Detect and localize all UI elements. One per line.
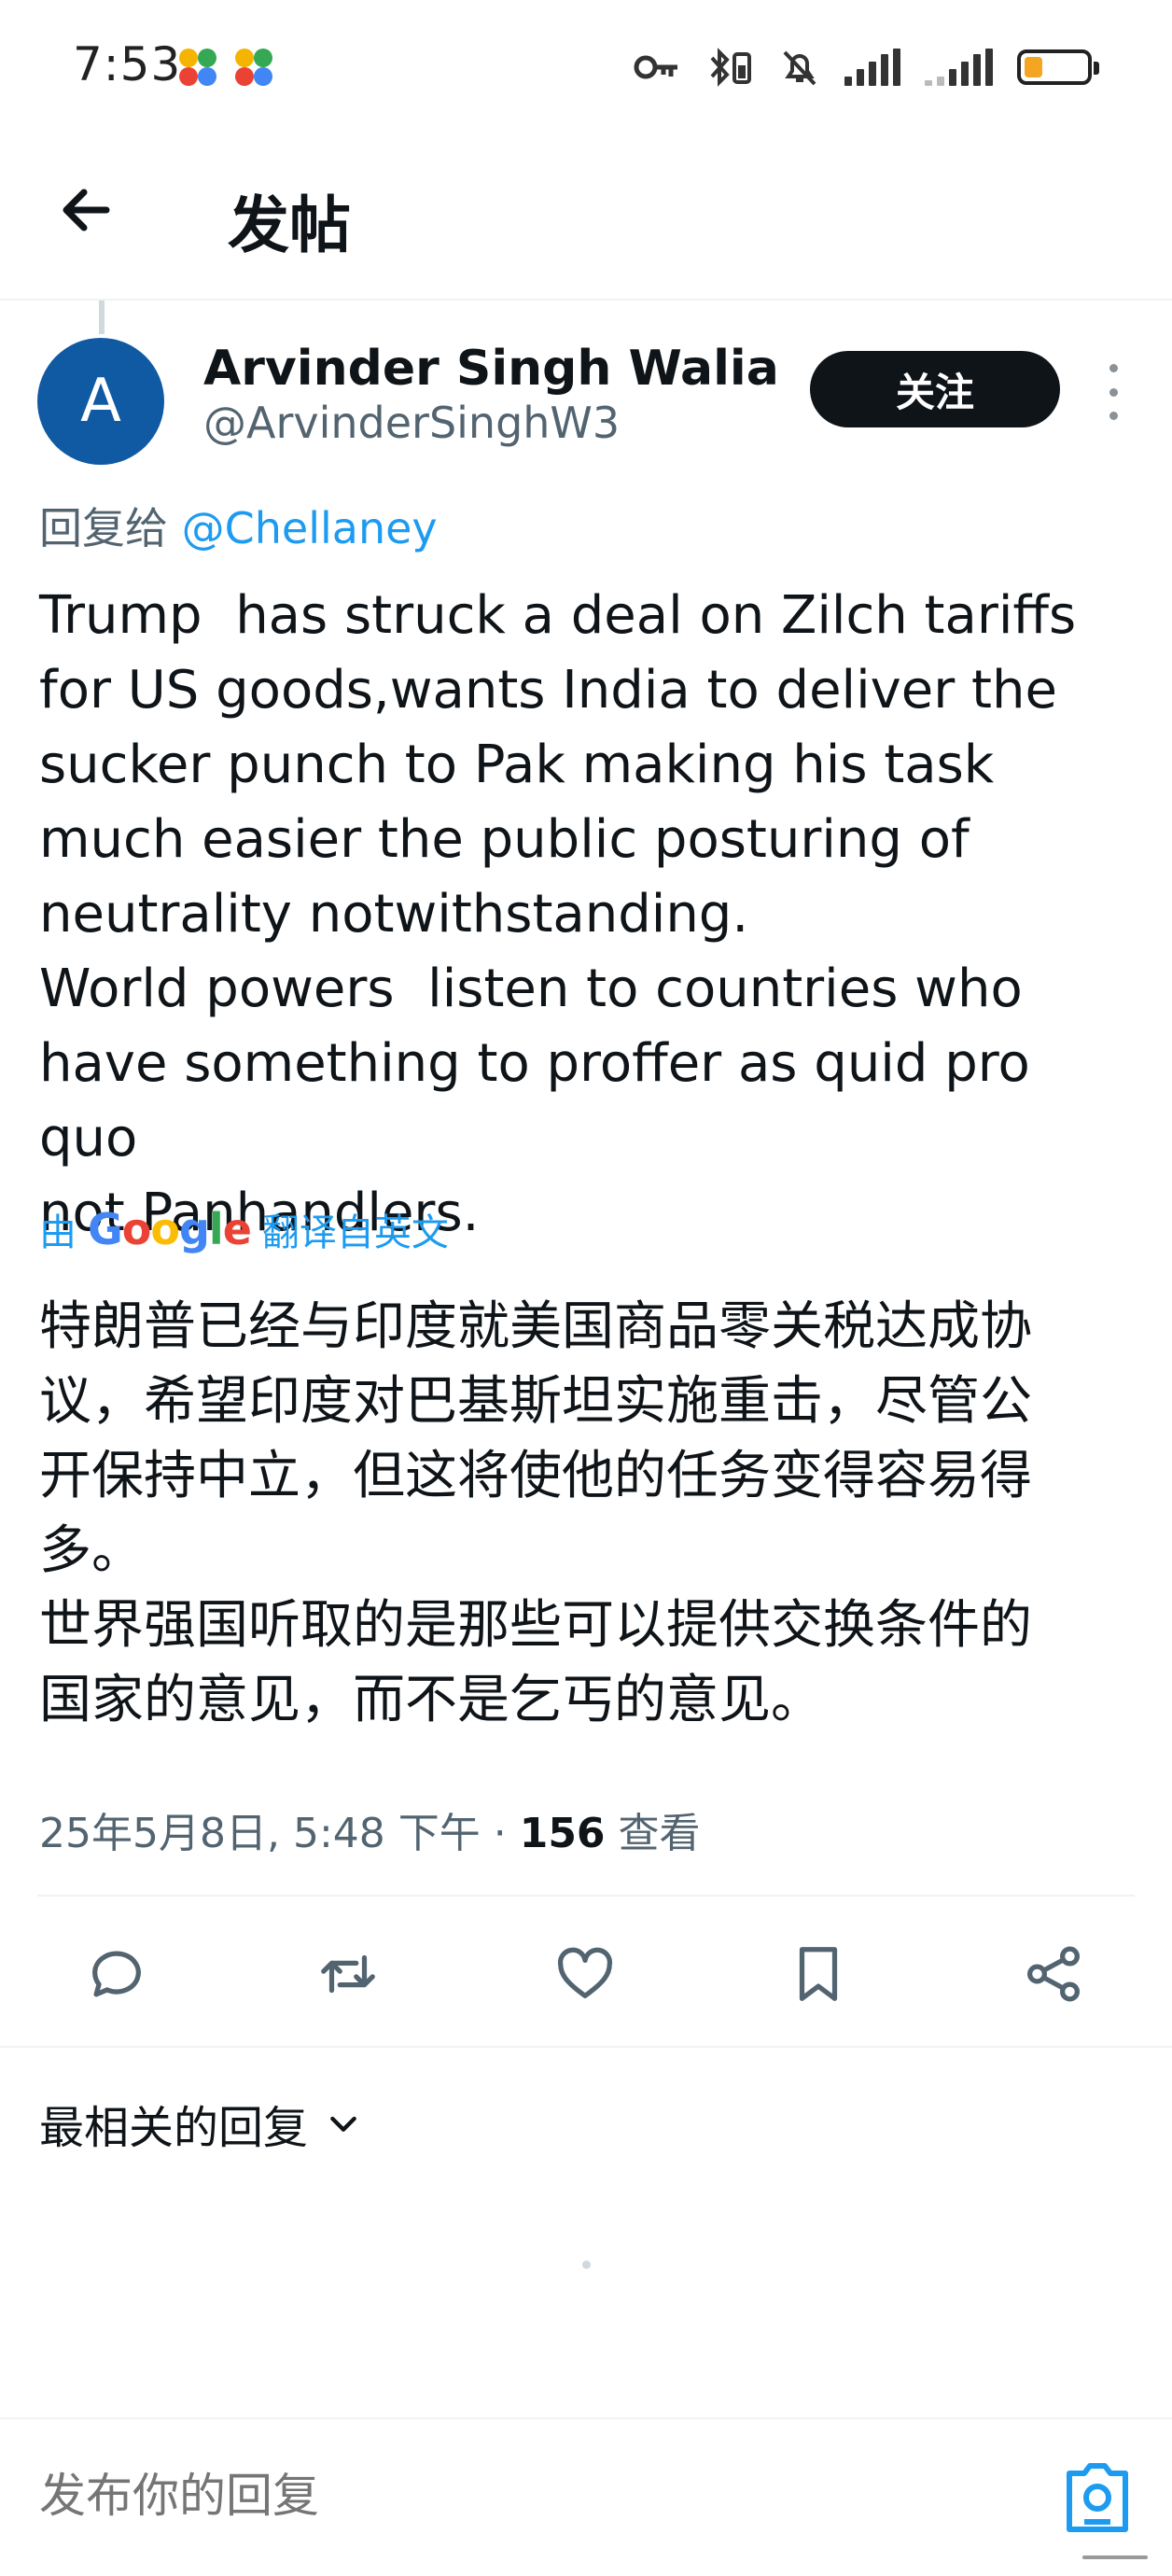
share-button[interactable]: [1012, 1932, 1095, 2016]
app-notification-icon: [235, 49, 272, 86]
more-options-icon[interactable]: [1099, 364, 1127, 420]
views-label: 查看: [605, 1810, 701, 1857]
tweet-text: Trump has struck a deal on Zilch tariffs…: [39, 585, 1077, 1243]
action-bar: [0, 1932, 1172, 2016]
reply-to-mention[interactable]: @Chellaney: [182, 503, 438, 553]
status-bar: 7:53: [0, 0, 1172, 140]
chevron-down-icon: [330, 2116, 356, 2132]
reply-sort-label: 最相关的回复: [39, 2102, 309, 2154]
reply-to-line: 回复给 @Chellaney: [39, 495, 438, 556]
share-icon: [1026, 1946, 1081, 2002]
reply-input[interactable]: [39, 2469, 879, 2523]
heart-icon: [557, 1947, 613, 1998]
google-logo: Google: [88, 1204, 252, 1254]
app-notification-icon: [179, 49, 216, 86]
author-handle[interactable]: @ArvinderSinghW3: [203, 398, 620, 448]
reply-button[interactable]: [75, 1932, 159, 2016]
battery-icon: [1017, 49, 1099, 85]
divider: [37, 1895, 1135, 1897]
translation-attribution[interactable]: 由 Google 翻译自英文: [39, 1202, 449, 1256]
bluetooth-icon: [710, 48, 751, 87]
translated-text: 特朗普已经与印度就美国商品零关税达成协 议，希望印度对巴基斯坦实施重击，尽管公 …: [39, 1296, 1032, 1730]
status-time: 7:53: [73, 37, 182, 91]
status-icons: [634, 41, 1099, 93]
divider: [0, 299, 1172, 301]
author-display-name[interactable]: Arvinder Singh Walia: [203, 341, 779, 397]
vpn-key-icon: [634, 55, 677, 79]
divider: [0, 2046, 1172, 2048]
tweet-timestamp: 25年5月8日, 5:48 下午 ·: [39, 1810, 520, 1857]
reply-icon: [92, 1951, 141, 1997]
views-count: 156: [519, 1810, 606, 1857]
signal-icon: [844, 49, 900, 86]
avatar-letter: A: [80, 367, 121, 436]
thread-connector-line: [99, 301, 105, 334]
reply-sort-dropdown[interactable]: 最相关的回复: [39, 2091, 362, 2156]
battery-level: [1025, 57, 1042, 77]
mute-bell-icon: [783, 50, 816, 86]
back-arrow-icon[interactable]: [54, 177, 119, 243]
translation-by: 由: [39, 1211, 77, 1254]
like-button[interactable]: [543, 1932, 627, 2016]
reply-to-prefix: 回复给: [39, 503, 168, 553]
loading-indicator: [582, 2261, 591, 2269]
bookmark-icon: [799, 1947, 838, 2001]
bookmark-button[interactable]: [776, 1932, 860, 2016]
page-title: 发帖: [228, 189, 351, 261]
translation-label: 翻译自英文: [261, 1211, 449, 1254]
camera-icon[interactable]: [1064, 2460, 1131, 2535]
divider: [0, 2417, 1172, 2419]
tweet-meta: 25年5月8日, 5:48 下午 · 156 查看: [39, 1799, 701, 1859]
avatar[interactable]: A: [37, 338, 164, 465]
follow-button[interactable]: 关注: [810, 351, 1060, 427]
repost-icon: [321, 1954, 375, 1994]
repost-button[interactable]: [306, 1932, 390, 2016]
signal-icon: [925, 49, 993, 86]
home-indicator: [1082, 2555, 1148, 2559]
